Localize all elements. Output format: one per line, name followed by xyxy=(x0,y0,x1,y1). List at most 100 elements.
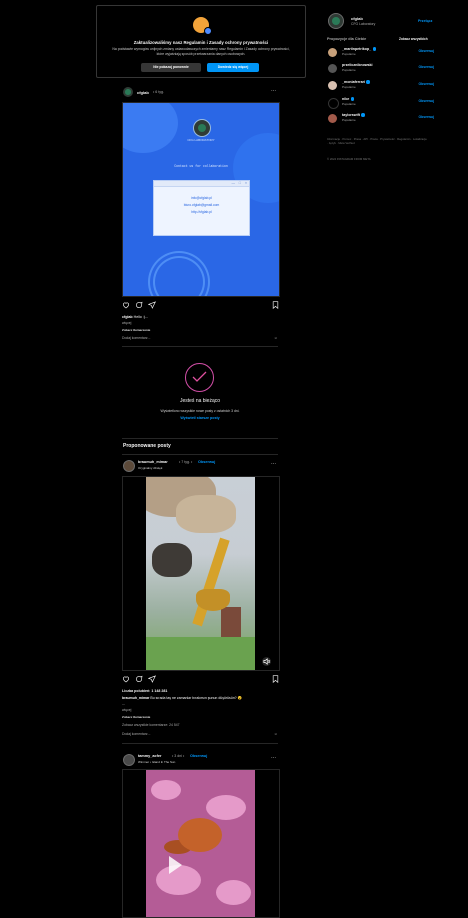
suggestion-username[interactable]: _moniaferrari xyxy=(342,80,370,84)
suggestion-follow-button[interactable]: Obserwuj xyxy=(419,99,434,103)
section-divider xyxy=(122,438,278,439)
suggestion-row: taylorswift Popularne Obserwuj xyxy=(326,113,434,125)
like-heart-icon[interactable] xyxy=(122,675,130,683)
more-link[interactable]: więcej xyxy=(122,321,131,325)
caption-text: Hello :)... xyxy=(133,315,148,319)
checkmark-circle-icon xyxy=(185,363,214,392)
profile-username[interactable]: cfglab xyxy=(351,16,363,21)
mute-audio-icon[interactable] xyxy=(262,657,271,666)
image-brand-text: CFG LABORATORY xyxy=(187,138,215,142)
add-comment-input[interactable]: Dodaj komentarz... xyxy=(122,336,150,340)
emoji-icon[interactable]: ☺ xyxy=(274,732,278,736)
suggestion-subtitle: Popularne xyxy=(342,118,356,122)
privacy-update-banner: Zaktualizowaliśmy nasz Regulamin i Zasad… xyxy=(96,5,306,78)
post-avatar[interactable] xyxy=(123,460,135,472)
suggestion-follow-button[interactable]: Obserwuj xyxy=(419,82,434,86)
see-all-button[interactable]: Zobacz wszystkich xyxy=(399,37,428,41)
suggestion-subtitle: Popularne xyxy=(342,68,356,72)
dismiss-button[interactable]: Nie pokazuj ponownie xyxy=(141,63,201,72)
image-line-gmail: biuro.cfglab@gmail.com xyxy=(183,202,220,207)
image-browser-window: — □ × info@cfglab.pl biuro.cfglab@gmail.co… xyxy=(153,180,250,236)
suggestion-avatar[interactable] xyxy=(328,48,337,57)
suggestions-title: Propozycje dla Ciebie xyxy=(327,37,367,41)
view-all-comments-link[interactable]: Zobacz wszystkie komentarze: 24 547 xyxy=(122,723,179,727)
privacy-badge-icon xyxy=(204,27,212,35)
suggestion-username[interactable]: taylorswift xyxy=(342,113,365,117)
caption-username[interactable]: braumuh_mimar xyxy=(122,696,149,700)
post-video[interactable] xyxy=(122,476,280,671)
suggestion-subtitle: Popularne xyxy=(342,85,356,89)
more-link[interactable]: więcej xyxy=(122,708,131,712)
likes-count[interactable]: Liczba polubień: 1 148 281 xyxy=(122,689,167,693)
post-image[interactable]: CFG LABORATORY Contact us for collaborat… xyxy=(122,102,280,297)
suggestion-username[interactable]: nike xyxy=(342,97,355,101)
follow-button[interactable]: Obserwuj xyxy=(198,460,215,464)
profile-fullname: CFG Laboratory xyxy=(351,22,376,26)
suggestion-avatar[interactable] xyxy=(328,81,337,90)
copyright: © 2024 INSTAGRAM FROM META xyxy=(327,157,371,161)
see-translation-link[interactable]: Zobacz tłumaczenie xyxy=(122,715,150,719)
more-options-icon[interactable]: ··· xyxy=(271,755,276,761)
caption-ellipsis: ... xyxy=(122,702,125,706)
audio-label[interactable]: Oryginalny dźwięk xyxy=(138,466,162,470)
suggestion-row: nike Popularne Obserwuj xyxy=(326,97,434,109)
suggestion-avatar[interactable] xyxy=(328,114,337,123)
see-translation-link[interactable]: Zobacz tłumaczenie xyxy=(122,328,150,332)
suggestion-username[interactable]: _martinpetrikop_ xyxy=(342,47,377,51)
caught-up-subtitle: Wyświetlono wszystkie nowe posty z ostat… xyxy=(160,409,240,413)
follow-button[interactable]: Obserwuj xyxy=(190,754,207,758)
profile-avatar[interactable] xyxy=(328,13,344,29)
post-avatar[interactable] xyxy=(123,87,133,97)
learn-more-button[interactable]: Dowiedz się więcej xyxy=(207,63,259,72)
share-icon[interactable] xyxy=(148,301,156,309)
cfglab-logo-icon xyxy=(193,119,211,137)
view-older-posts-link[interactable]: Wyświetl starsze posty xyxy=(150,416,250,420)
more-options-icon[interactable]: ··· xyxy=(271,461,276,467)
post-time: • 6 tyg. xyxy=(153,90,165,94)
save-bookmark-icon[interactable] xyxy=(272,301,279,309)
caption-text: Bu sırada taş ne zamanlar bırakırsın şun… xyxy=(150,696,242,700)
share-icon[interactable] xyxy=(148,675,156,683)
footer-links[interactable]: Informacje · Pomoc · Prasa · API · Praca… xyxy=(327,137,427,146)
post-caption: braumuh_mimar Bu sırada taş ne zamanlar … xyxy=(122,696,278,700)
post-avatar[interactable] xyxy=(123,754,135,766)
play-icon[interactable] xyxy=(169,856,182,874)
emoji-icon[interactable]: ☺ xyxy=(274,336,278,340)
verified-badge-icon xyxy=(350,97,355,101)
suggestion-row: przeliczniknowski Popularne Obserwuj xyxy=(326,63,434,75)
image-contact-line: Contact us for collaboration xyxy=(174,164,228,168)
nike-swoosh-icon[interactable] xyxy=(328,98,339,109)
caught-up-title: Jesteś na bieżąco xyxy=(179,398,221,404)
comment-icon[interactable] xyxy=(135,675,143,683)
audio-label[interactable]: Wimmer • Island In The Sun xyxy=(138,760,175,764)
post-divider xyxy=(122,346,278,347)
section-divider xyxy=(122,454,278,455)
like-heart-icon[interactable] xyxy=(122,301,130,309)
suggestion-follow-button[interactable]: Obserwuj xyxy=(419,49,434,53)
suggestion-follow-button[interactable]: Obserwuj xyxy=(419,65,434,69)
image-line-email: info@cfglab.pl xyxy=(191,196,212,200)
add-comment-input[interactable]: Dodaj komentarz... xyxy=(122,732,150,736)
caption-username[interactable]: cfglab xyxy=(122,315,133,319)
suggestion-row: _moniaferrari Popularne Obserwuj xyxy=(326,80,434,92)
suggestion-username[interactable]: przeliczniknowski xyxy=(342,63,373,67)
comment-icon[interactable] xyxy=(135,301,143,309)
suggestion-follow-button[interactable]: Obserwuj xyxy=(419,115,434,119)
suggestion-row: _martinpetrikop_ Popularne Obserwuj xyxy=(326,47,434,59)
post-username[interactable]: braumuh_mimar xyxy=(138,460,168,464)
post-username[interactable]: tammy_acfer xyxy=(138,754,161,758)
save-bookmark-icon[interactable] xyxy=(272,675,279,683)
suggestion-subtitle: Popularne xyxy=(342,102,356,106)
verified-badge-icon xyxy=(372,47,377,51)
more-options-icon[interactable]: ··· xyxy=(271,88,276,94)
verified-badge-icon xyxy=(366,80,370,84)
switch-account-button[interactable]: Przełącz xyxy=(418,19,432,23)
post-divider xyxy=(122,743,278,744)
suggestion-subtitle: Popularne xyxy=(342,52,356,56)
verified-badge-icon xyxy=(361,113,365,117)
image-line-url: http://cfglab.pl xyxy=(191,209,212,214)
post-video[interactable] xyxy=(122,769,280,918)
suggestion-avatar[interactable] xyxy=(328,64,337,73)
post-username[interactable]: cfglab xyxy=(137,90,149,95)
privacy-banner-description: Na podstawie wymogów unijnych zmiany ust… xyxy=(112,47,290,56)
